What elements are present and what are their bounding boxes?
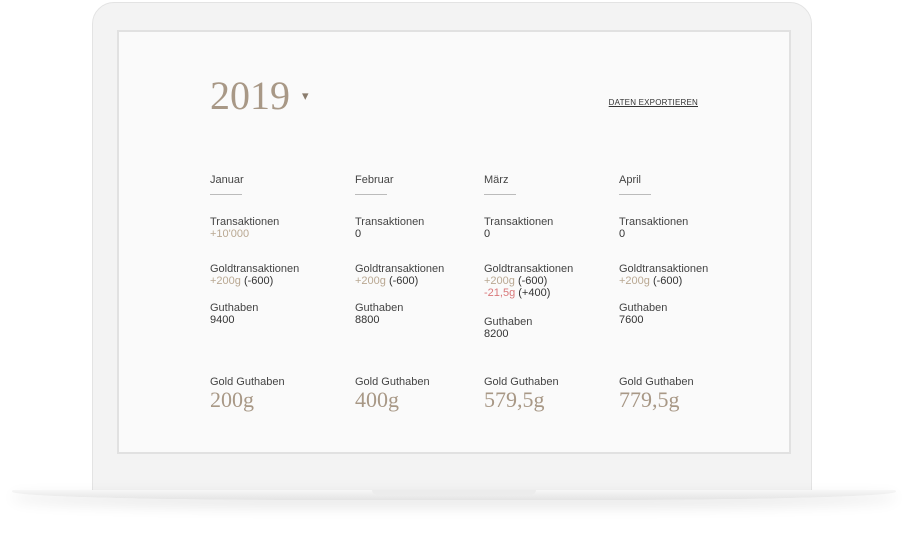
gold-balance-section: Gold Guthaben 779,5g bbox=[619, 376, 694, 411]
transactions-section: Transaktionen 0 bbox=[484, 216, 553, 240]
export-data-link[interactable]: DATEN EXPORTIEREN bbox=[609, 98, 698, 107]
gold-transaction-note: (-600) bbox=[240, 275, 274, 287]
gold-transaction-line: +200g (-600) bbox=[619, 275, 708, 287]
month-divider bbox=[484, 194, 516, 195]
month-column: Januar Transaktionen +10'000 Goldtransaktio… bbox=[210, 174, 330, 411]
gold-transactions-label: Goldtransaktionen bbox=[619, 263, 709, 275]
gold-transaction-line: -21,5g (+400) bbox=[484, 287, 573, 299]
gold-transactions-label: Goldtransaktionen bbox=[484, 263, 574, 275]
balance-value: 9400 bbox=[210, 314, 235, 326]
gold-transaction-amount: +200g bbox=[619, 275, 650, 287]
gold-balance-value: 400g bbox=[355, 387, 399, 412]
transactions-value: 0 bbox=[619, 228, 626, 240]
gold-transactions-section: Goldtransaktionen +200g (-600) bbox=[355, 263, 444, 287]
gold-transactions-label: Goldtransaktionen bbox=[355, 263, 445, 275]
gold-transaction-amount: +200g bbox=[355, 275, 386, 287]
gold-balance-value: 579,5g bbox=[484, 387, 545, 412]
gold-transaction-line: +200g (-600) bbox=[484, 275, 573, 287]
balance-value: 7600 bbox=[619, 314, 644, 326]
gold-transactions-section: Goldtransaktionen +200g (-600) -21,5g (+40… bbox=[484, 263, 573, 299]
gold-transactions-label: Goldtransaktionen bbox=[210, 263, 300, 275]
transactions-label: Transaktionen bbox=[355, 216, 425, 228]
year-label: 2019 bbox=[210, 73, 290, 118]
gold-balance-value: 779,5g bbox=[619, 387, 680, 412]
balance-section: Guthaben 9400 bbox=[210, 302, 258, 326]
transactions-label: Transaktionen bbox=[210, 216, 280, 228]
month-divider bbox=[619, 194, 651, 195]
month-name: Januar bbox=[210, 174, 244, 186]
transactions-section: Transaktionen 0 bbox=[355, 216, 424, 240]
transactions-label: Transaktionen bbox=[619, 216, 689, 228]
gold-transaction-note: (-600) bbox=[514, 275, 548, 287]
screen: 2019 ▾ DATEN EXPORTIEREN Januar Transakti… bbox=[117, 30, 791, 454]
balance-label: Guthaben bbox=[210, 302, 259, 314]
transactions-value: 0 bbox=[484, 228, 491, 240]
month-divider bbox=[210, 194, 242, 195]
gold-transaction-note: (-600) bbox=[649, 275, 683, 287]
balance-section: Guthaben 8200 bbox=[484, 316, 532, 340]
gold-transaction-amount: +200g bbox=[210, 275, 241, 287]
transactions-section: Transaktionen 0 bbox=[619, 216, 688, 240]
gold-balance-section: Gold Guthaben 200g bbox=[210, 376, 285, 411]
balance-section: Guthaben 7600 bbox=[619, 302, 667, 326]
month-column: März Transaktionen 0 Goldtransaktionen +200g… bbox=[484, 174, 604, 411]
gold-transaction-line: +200g (-600) bbox=[210, 275, 299, 287]
gold-balance-value: 200g bbox=[210, 387, 254, 412]
gold-transaction-amount: -21,5g bbox=[484, 287, 516, 299]
month-column: April Transaktionen 0 Goldtransaktionen +200… bbox=[619, 174, 739, 411]
transactions-label: Transaktionen bbox=[484, 216, 554, 228]
month-divider bbox=[355, 194, 387, 195]
gold-balance-section: Gold Guthaben 400g bbox=[355, 376, 430, 411]
balance-label: Guthaben bbox=[619, 302, 668, 314]
balance-value: 8800 bbox=[355, 314, 380, 326]
month-column: Februar Transaktionen 0 Goldtransaktionen +2… bbox=[355, 174, 475, 411]
balance-section: Guthaben 8800 bbox=[355, 302, 403, 326]
gold-transaction-note: (-600) bbox=[385, 275, 419, 287]
gold-balance-section: Gold Guthaben 579,5g bbox=[484, 376, 559, 411]
gold-transaction-note: (+400) bbox=[515, 287, 551, 299]
balance-label: Guthaben bbox=[484, 316, 533, 328]
month-name: März bbox=[484, 174, 509, 186]
gold-transaction-line: +200g (-600) bbox=[355, 275, 444, 287]
laptop-notch bbox=[372, 490, 536, 495]
transactions-section: Transaktionen +10'000 bbox=[210, 216, 279, 240]
gold-transactions-section: Goldtransaktionen +200g (-600) bbox=[210, 263, 299, 287]
month-name: Februar bbox=[355, 174, 394, 186]
transactions-value: 0 bbox=[355, 228, 362, 240]
month-name: April bbox=[619, 174, 642, 186]
transactions-value: +10'000 bbox=[210, 228, 250, 240]
caret-down-icon: ▾ bbox=[302, 88, 309, 103]
balance-label: Guthaben bbox=[355, 302, 404, 314]
year-selector[interactable]: 2019 ▾ bbox=[210, 76, 309, 116]
gold-transactions-section: Goldtransaktionen +200g (-600) bbox=[619, 263, 708, 287]
gold-transaction-amount: +200g bbox=[484, 275, 515, 287]
balance-value: 8200 bbox=[484, 328, 509, 340]
